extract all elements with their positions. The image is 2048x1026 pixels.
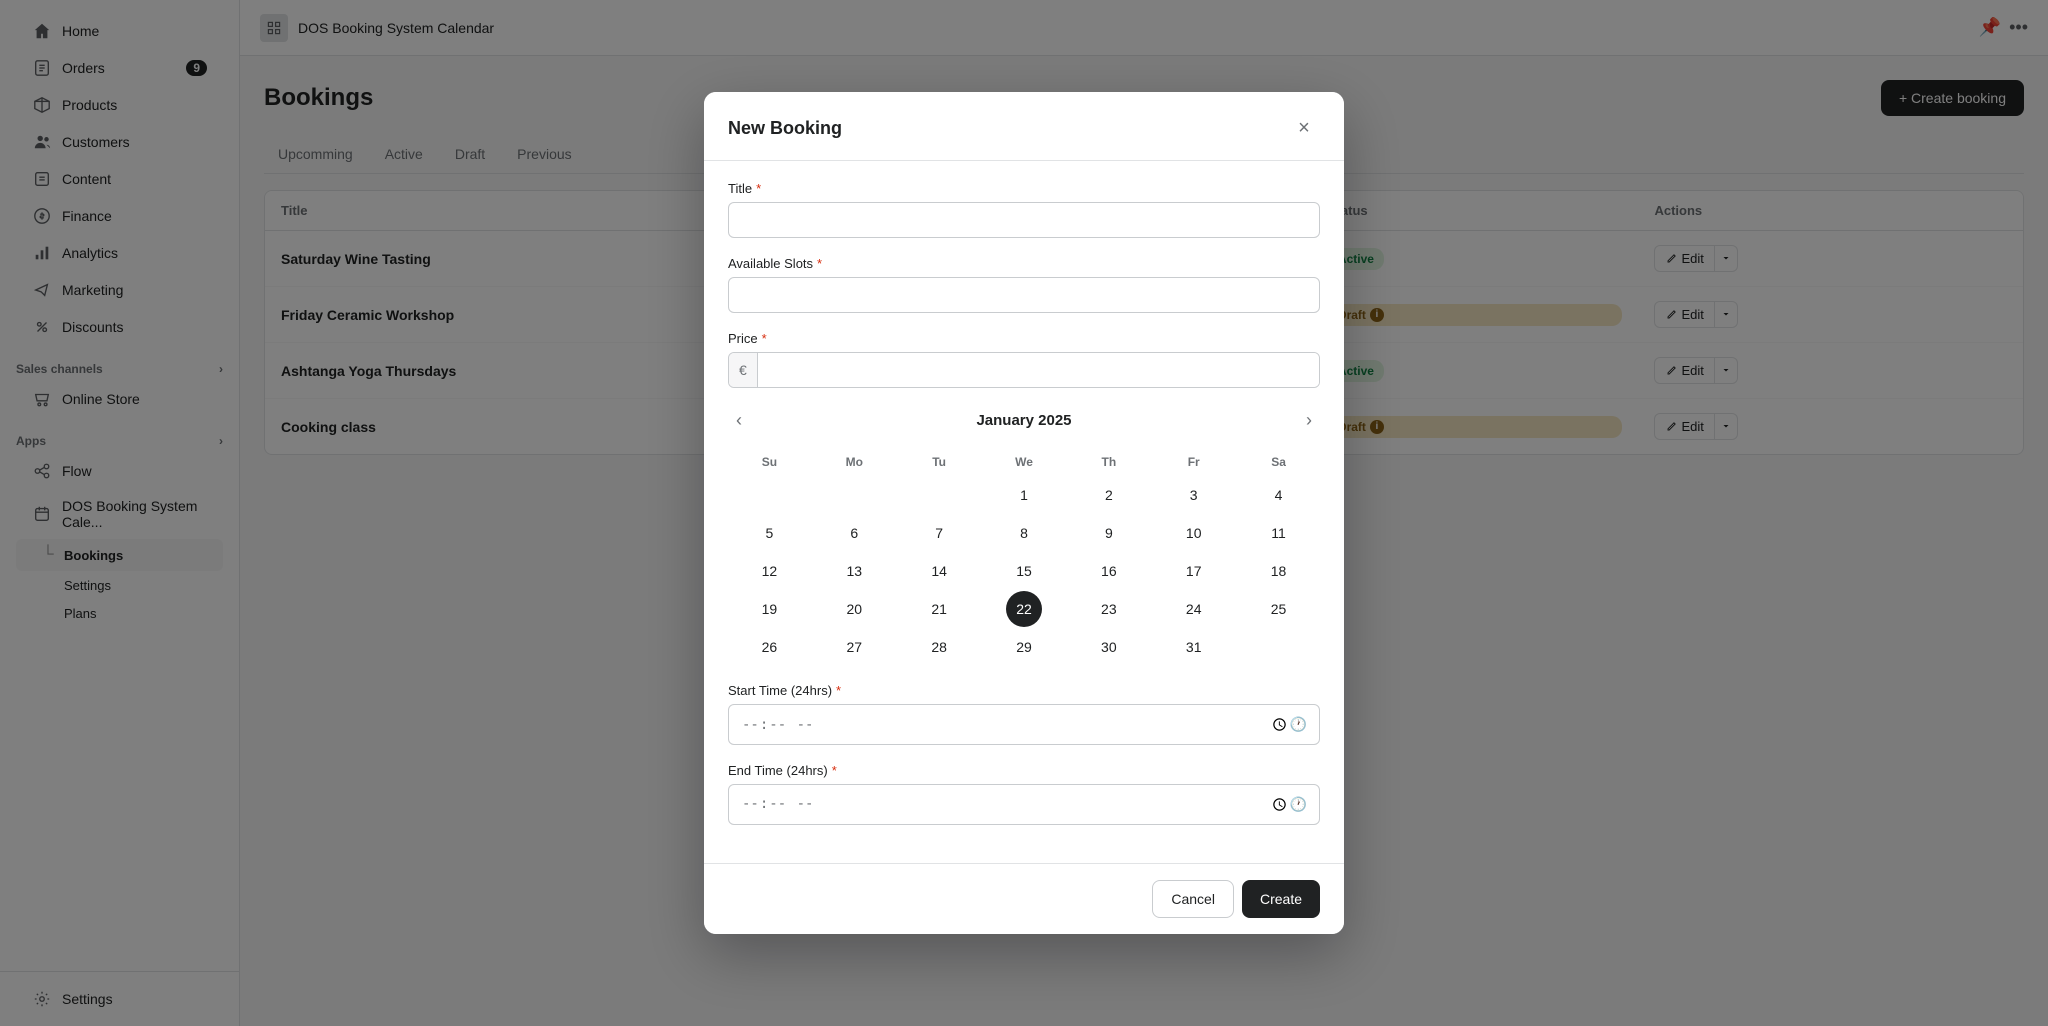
calendar-day [836,477,872,513]
end-time-input[interactable] [741,794,1290,815]
end-time-field-group: End Time (24hrs) * 🕐 [728,763,1320,825]
calendar-day-of-week: Fr [1152,449,1235,475]
title-label: Title * [728,181,1320,196]
date-calendar: ‹ January 2025 › SuMoTuWeThFrSa123456789… [728,406,1320,665]
calendar-header: ‹ January 2025 › [728,406,1320,435]
calendar-day[interactable]: 23 [1091,591,1127,627]
calendar-day[interactable]: 21 [921,591,957,627]
calendar-day[interactable]: 11 [1261,515,1297,551]
calendar-day-of-week: We [983,449,1066,475]
start-time-wrapper: 🕐 [728,704,1320,745]
calendar-day[interactable]: 12 [751,553,787,589]
end-time-label: End Time (24hrs) * [728,763,1320,778]
calendar-prev-button[interactable]: ‹ [728,406,750,435]
calendar-day[interactable]: 6 [836,515,872,551]
new-booking-modal: New Booking × Title * Available Slots * [704,92,1344,933]
modal-close-button[interactable]: × [1288,112,1320,144]
calendar-day[interactable]: 27 [836,629,872,665]
price-label: Price * [728,331,1320,346]
calendar-month: January 2025 [976,412,1071,429]
calendar-day[interactable]: 28 [921,629,957,665]
price-input[interactable] [758,353,1319,387]
start-time-field-group: Start Time (24hrs) * 🕐 [728,683,1320,745]
slots-label: Available Slots * [728,256,1320,271]
modal-title: New Booking [728,118,842,139]
calendar-day[interactable]: 26 [751,629,787,665]
calendar-day[interactable]: 25 [1261,591,1297,627]
start-time-input[interactable] [741,714,1290,735]
calendar-day[interactable]: 1 [1006,477,1042,513]
end-time-wrapper: 🕐 [728,784,1320,825]
calendar-day-of-week: Sa [1237,449,1320,475]
modal-header: New Booking × [704,92,1344,161]
calendar-day[interactable]: 31 [1176,629,1212,665]
calendar-day [921,477,957,513]
calendar-day[interactable]: 13 [836,553,872,589]
modal-overlay[interactable]: New Booking × Title * Available Slots * [0,0,2048,1026]
slots-field-group: Available Slots * [728,256,1320,313]
calendar-day[interactable]: 29 [1006,629,1042,665]
calendar-day[interactable]: 9 [1091,515,1127,551]
calendar-day[interactable]: 8 [1006,515,1042,551]
title-field-group: Title * [728,181,1320,238]
calendar-day-of-week: Mo [813,449,896,475]
calendar-day[interactable]: 2 [1091,477,1127,513]
title-input[interactable] [728,202,1320,238]
calendar-day[interactable]: 7 [921,515,957,551]
calendar-day[interactable]: 16 [1091,553,1127,589]
modal-footer: Cancel Create [704,863,1344,934]
modal-body: Title * Available Slots * Price * [704,161,1344,862]
calendar-grid: SuMoTuWeThFrSa12345678910111213141516171… [728,449,1320,665]
calendar-day[interactable]: 3 [1176,477,1212,513]
calendar-day-of-week: Su [728,449,811,475]
calendar-next-button[interactable]: › [1298,406,1320,435]
slots-input[interactable] [728,277,1320,313]
calendar-day[interactable]: 19 [751,591,787,627]
calendar-day[interactable]: 15 [1006,553,1042,589]
create-button[interactable]: Create [1242,880,1320,918]
calendar-day[interactable]: 18 [1261,553,1297,589]
calendar-day[interactable]: 30 [1091,629,1127,665]
calendar-day[interactable]: 4 [1261,477,1297,513]
clock-icon: 🕐 [1290,716,1307,733]
calendar-day[interactable]: 20 [836,591,872,627]
clock-icon-end: 🕐 [1290,796,1307,813]
calendar-day[interactable]: 17 [1176,553,1212,589]
calendar-day [751,477,787,513]
calendar-day[interactable]: 24 [1176,591,1212,627]
calendar-day-of-week: Tu [898,449,981,475]
start-time-label: Start Time (24hrs) * [728,683,1320,698]
calendar-day[interactable]: 14 [921,553,957,589]
calendar-day[interactable]: 22 [1006,591,1042,627]
price-field-group: Price * € [728,331,1320,388]
cancel-button[interactable]: Cancel [1152,880,1234,918]
calendar-day [1261,629,1297,665]
calendar-day[interactable]: 5 [751,515,787,551]
price-input-wrapper: € [728,352,1320,388]
calendar-day[interactable]: 10 [1176,515,1212,551]
price-prefix: € [729,353,758,387]
calendar-day-of-week: Th [1067,449,1150,475]
